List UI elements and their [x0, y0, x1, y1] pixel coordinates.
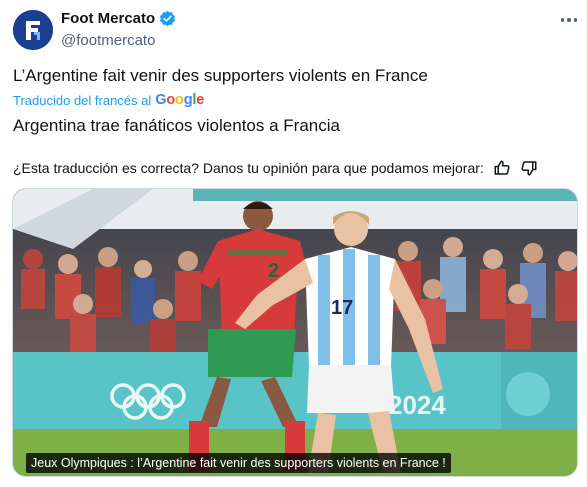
tweet-translated-text: Argentina trae fanáticos violentos a Fra…: [13, 116, 340, 135]
player-left-number: 2: [268, 260, 279, 282]
dot: [560, 18, 565, 22]
feedback-question: ¿Esta traducción es correcta? Danos tu o…: [13, 160, 484, 176]
google-logo: Google: [155, 92, 205, 108]
display-name[interactable]: Foot Mercato: [61, 10, 155, 27]
dot: [567, 18, 571, 22]
handle[interactable]: @footmercato: [61, 32, 155, 49]
thumbs-up-icon[interactable]: [493, 159, 511, 177]
translated-label[interactable]: Traducido del francés al: [13, 93, 151, 108]
translation-attribution[interactable]: Traducido del francés al Google: [13, 92, 204, 108]
thumbs-down-icon[interactable]: [520, 159, 538, 177]
tweet-media-image[interactable]: 2024 2 17 Jeux Olympiques: l’Argentine …: [12, 188, 578, 477]
dot: [573, 18, 578, 22]
avatar[interactable]: [13, 10, 53, 50]
media-caption: Jeux Olympiques : l’Argentine fait venir…: [26, 453, 451, 473]
more-options-icon[interactable]: [558, 13, 580, 27]
board-text: 2024: [388, 390, 446, 420]
tweet-original-text: L’Argentine fait venir des supporters vi…: [13, 66, 428, 85]
verified-badge-icon: [159, 10, 176, 27]
player-right-number: 17: [331, 297, 353, 319]
foot-mercato-logo-icon: [13, 10, 53, 50]
translation-feedback: ¿Esta traducción es correcta? Danos tu o…: [13, 159, 538, 177]
author-name-row[interactable]: Foot Mercato: [61, 10, 176, 27]
football-match-photo: 2024 2 17: [13, 189, 577, 476]
